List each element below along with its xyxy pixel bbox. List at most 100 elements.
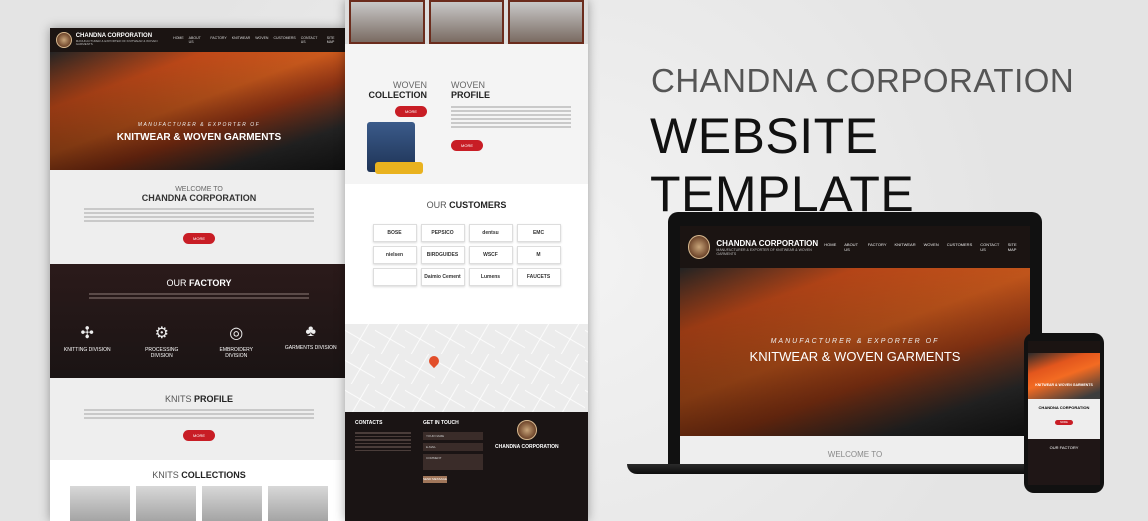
customer-logo[interactable]: BOSE [372, 224, 417, 242]
welcome-more-button[interactable]: MORE [183, 233, 215, 244]
footer-form-title: GET IN TOUCH [423, 420, 459, 426]
division-garments[interactable]: ♣ GARMENTS DIVISION [283, 323, 339, 359]
send-button[interactable]: SEND MESSAGE [423, 476, 447, 483]
product-thumb[interactable] [136, 486, 196, 521]
product-thumb[interactable] [70, 486, 130, 521]
customer-logo[interactable]: FAUCETS [516, 268, 561, 286]
hero-title: KNITWEAR & WOVEN GARMENTS [116, 132, 282, 143]
top-products [345, 0, 588, 44]
nav-item-knitwear[interactable]: KNITWEAR [232, 36, 250, 44]
laptop-hero: MANUFACTURER & EXPORTER OF KNITWEAR & WO… [680, 268, 1030, 436]
product-thumb[interactable] [508, 0, 585, 44]
division-label: GARMENTS DIVISION [284, 345, 337, 351]
phone-factory-title: OUR FACTORY [1049, 445, 1079, 450]
woven-prof-text [451, 106, 571, 128]
footer-brand: CHANDNA CORPORATION [495, 420, 559, 513]
comment-field[interactable]: COMMENT [423, 454, 483, 470]
phone-screen: KNITWEAR & WOVEN GARMENTS CHANDNA CORPOR… [1028, 341, 1100, 485]
nav-item-home[interactable]: HOME [824, 242, 836, 252]
phone-brand: CHANDNA CORPORATION [1038, 405, 1090, 410]
product-thumb[interactable] [268, 486, 328, 521]
hoop-icon: ◎ [229, 325, 244, 342]
division-label: PROCESSING DIVISION [145, 347, 179, 359]
customer-logo[interactable]: M [516, 246, 561, 264]
nav-item-about[interactable]: ABOUT US [844, 242, 860, 252]
woven-prof-more-button[interactable]: MORE [451, 140, 483, 151]
knits-profile-title: KNITS PROFILE [50, 394, 348, 404]
woven-prof-b: PROFILE [451, 90, 491, 100]
footer-brand-name: CHANDNA CORPORATION [495, 444, 559, 450]
customers-section: OUR CUSTOMERS BOSE PEPSICO dentsu EMC ni… [345, 184, 588, 324]
knits-coll-b: COLLECTIONS [181, 470, 246, 480]
nav-item-factory[interactable]: FACTORY [210, 36, 226, 44]
woven-coll-b: COLLECTION [368, 90, 428, 100]
machine-icon: ⚙ [154, 325, 169, 342]
woven-prof-a: WOVEN [451, 80, 486, 90]
nav-item-woven[interactable]: WOVEN [255, 36, 268, 44]
customer-logo[interactable]: dentsu [468, 224, 513, 242]
welcome-small: WELCOME TO [175, 186, 223, 193]
logo-icon [516, 420, 537, 440]
division-embroidery[interactable]: ◎ EMBROIDERY DIVISION [208, 323, 264, 359]
yarn-icon: ✣ [80, 325, 94, 342]
knits-more-button[interactable]: MORE [183, 430, 215, 441]
nav-item-customers[interactable]: CUSTOMERS [273, 36, 295, 44]
customer-logo[interactable]: PEPSICO [420, 224, 465, 242]
footer-contacts-title: CONTACTS [355, 420, 383, 426]
hero-title: KNITWEAR & WOVEN GARMENTS [749, 349, 961, 364]
customers-a: OUR [426, 200, 450, 210]
customer-logo[interactable]: Daimio Cement [420, 268, 465, 286]
customer-logo[interactable]: nielsen [372, 246, 417, 264]
nav-item-sitemap[interactable]: SITE MAP [1008, 242, 1022, 252]
headline-line2: WEBSITE TEMPLATE [650, 108, 915, 222]
location-map[interactable] [345, 324, 588, 412]
knits-collections-section: KNITS COLLECTIONS [50, 460, 348, 521]
contact-lines [355, 432, 411, 451]
phone-more-button[interactable]: MORE [1055, 420, 1073, 425]
factory-title-b: FACTORY [188, 278, 232, 288]
logo-icon [688, 235, 711, 259]
woven-coll-a: WOVEN [392, 80, 427, 90]
nav-item-knitwear[interactable]: KNITWEAR [895, 242, 916, 252]
headline-line1: CHANDNA CORPORATION [651, 62, 1075, 99]
nav-item-customers[interactable]: CUSTOMERS [947, 242, 972, 252]
product-thumb[interactable] [349, 0, 425, 44]
brand-sub: MANUFACTURER & EXPORTER OF KNITWEAR & WO… [75, 39, 158, 47]
nav-item-about[interactable]: ABOUT US [189, 36, 206, 44]
division-knitting[interactable]: ✣ KNITTING DIVISION [59, 323, 115, 359]
laptop-device: CHANDNA CORPORATION MANUFACTURER & EXPOR… [668, 212, 1042, 464]
welcome-big: CHANDNA CORPORATION [141, 193, 257, 203]
phone-welcome: CHANDNA CORPORATION MORE [1028, 399, 1100, 439]
site-nav: CHANDNA CORPORATION MANUFACTURER & EXPOR… [50, 28, 348, 52]
knits-collections-title: KNITS COLLECTIONS [50, 470, 348, 480]
customer-logo[interactable] [372, 268, 417, 286]
customer-logo[interactable]: BIRDGUIDES [420, 246, 465, 264]
brand-sub: MANUFACTURER & EXPORTER OF KNITWEAR & WO… [716, 247, 812, 256]
nav-item-contact[interactable]: CONTACT US [980, 242, 1000, 252]
woven-coll-more-button[interactable]: MORE [395, 106, 427, 117]
customer-logo[interactable]: Lumens [468, 268, 513, 286]
laptop-menu: HOME ABOUT US FACTORY KNITWEAR WOVEN CUS… [824, 242, 1022, 252]
nav-menu: HOME ABOUT US FACTORY KNITWEAR WOVEN CUS… [173, 36, 342, 44]
knits-coll-a: KNITS [152, 470, 182, 480]
template-preview-left: CHANDNA CORPORATION MANUFACTURER & EXPOR… [50, 28, 348, 521]
nav-item-woven[interactable]: WOVEN [924, 242, 939, 252]
map-pin-icon [426, 353, 442, 369]
name-field[interactable]: YOUR NAME [423, 432, 483, 440]
customer-logo[interactable]: EMC [516, 224, 561, 242]
email-field[interactable]: E-MAIL [423, 443, 483, 451]
division-processing[interactable]: ⚙ PROCESSING DIVISION [134, 323, 190, 359]
laptop-nav: CHANDNA CORPORATION MANUFACTURER & EXPOR… [680, 226, 1030, 268]
product-thumb[interactable] [428, 0, 505, 44]
nav-item-factory[interactable]: FACTORY [868, 242, 887, 252]
nav-item-contact[interactable]: CONTACT US [301, 36, 322, 44]
hero-banner: MANUFACTURER & EXPORTER OF KNITWEAR & WO… [50, 52, 348, 170]
brand-name: CHANDNA CORPORATION [716, 238, 819, 248]
nav-item-sitemap[interactable]: SITE MAP [327, 36, 342, 44]
factory-title-a: OUR [166, 278, 189, 288]
laptop-screen: CHANDNA CORPORATION MANUFACTURER & EXPOR… [680, 226, 1030, 464]
nav-item-home[interactable]: HOME [173, 36, 184, 44]
customer-logo[interactable]: WSCF [468, 246, 513, 264]
product-thumb[interactable] [202, 486, 262, 521]
shirt-icon: ♣ [305, 323, 317, 340]
